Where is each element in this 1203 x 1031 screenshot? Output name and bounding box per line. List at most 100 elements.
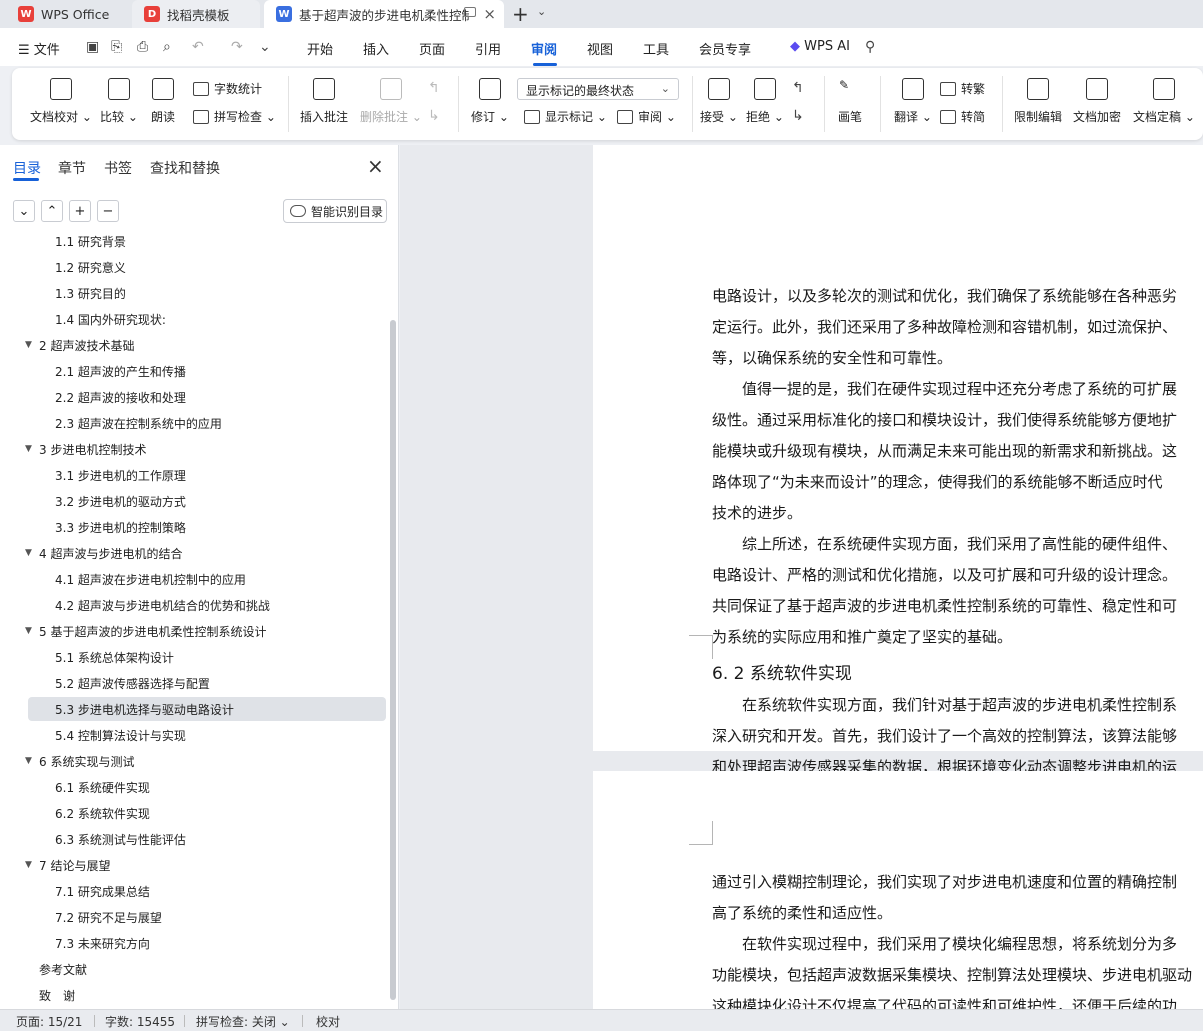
file-menu[interactable]: ☰ 文件 [18,39,60,58]
paragraph-line[interactable]: 共同保证了基于超声波的步进电机柔性控制系统的可靠性、稳定性和可 [712,595,1203,616]
compare-button[interactable]: 比较 ⌄ [100,78,138,125]
delete-comment-button[interactable]: 删除批注 ⌄ [360,78,422,125]
toc-scrollbar[interactable] [390,320,396,1000]
expand-arrow-icon[interactable]: ▼ [25,548,32,558]
document-canvas[interactable]: 电路设计，以及多轮次的测试和优化，我们确保了系统能够在各种恶劣 定运行。此外，我们… [400,145,1203,1009]
paragraph-line[interactable]: 定运行。此外，我们还采用了多种故障检测和容错机制，如过流保护、 [712,316,1203,337]
close-tab-icon[interactable]: × [483,5,496,23]
toc-item[interactable]: ▼ 6 系统实现与测试 [0,749,388,773]
insert-comment-button[interactable]: 插入批注 [300,78,348,125]
menu-view[interactable]: 视图 [587,39,613,58]
toc-item[interactable]: 1.3 研究目的 [0,281,388,305]
collapse-icon[interactable]: ⌄ [13,200,35,222]
paragraph-line[interactable]: 高了系统的柔性和适应性。 [712,902,1203,923]
paragraph-line[interactable]: 级性。通过采用标准化的接口和模块设计，我们使得系统能够方便地扩 [712,409,1203,430]
paragraph-line[interactable]: 通过引入模糊控制理论，我们实现了对步进电机速度和位置的精确控制 [712,871,1203,892]
tab-wps-office[interactable]: W WPS Office [6,0,124,28]
paragraph-line[interactable]: 综上所述，在系统硬件实现方面，我们采用了高性能的硬件组件、 [712,533,1203,554]
toc-item[interactable]: ▼ 3 步进电机控制技术 [0,437,388,461]
paragraph-line[interactable]: 电路设计、严格的测试和优化措施，以及可扩展和可升级的设计理念。 [712,564,1203,585]
menu-insert[interactable]: 插入 [363,39,389,58]
toc-item[interactable]: ▼ 2 超声波技术基础 [0,333,388,357]
menu-review[interactable]: 审阅 [531,39,557,58]
document-page[interactable]: 通过引入模糊控制理论，我们实现了对步进电机速度和位置的精确控制 高了系统的柔性和适… [593,771,1203,1009]
toc-item[interactable]: 2.3 超声波在控制系统中的应用 [0,411,388,435]
word-count-button[interactable]: 字数统计 [193,80,262,97]
translate-button[interactable]: 翻译 ⌄ [894,78,932,125]
save-icon[interactable]: ▣ [86,39,99,55]
smart-toc-button[interactable]: 智能识别目录 [283,199,387,223]
toc-item[interactable]: ▼ 4 超声波与步进电机的结合 [0,541,388,565]
paragraph-line[interactable]: 等，以确保系统的安全性和可靠性。 [712,347,1203,368]
toc-item[interactable]: 3.1 步进电机的工作原理 [0,463,388,487]
tab-chapters[interactable]: 章节 [58,158,86,178]
paragraph-line[interactable]: 技术的进步。 [712,502,1203,523]
toc-item[interactable]: 6.2 系统软件实现 [0,801,388,825]
paragraph-line[interactable]: 电路设计，以及多轮次的测试和优化，我们确保了系统能够在各种恶劣 [712,285,1203,306]
remove-heading-icon[interactable]: − [97,200,119,222]
paragraph-line[interactable]: 在软件实现过程中，我们采用了模块化编程思想，将系统划分为多 [712,933,1203,954]
paragraph-line[interactable]: 功能模块，包括超声波数据采集模块、控制算法处理模块、步进电机驱动 [712,964,1203,985]
toc-item[interactable]: 4.2 超声波与步进电机结合的优势和挑战 [0,593,388,617]
menu-tools[interactable]: 工具 [643,39,669,58]
menu-page[interactable]: 页面 [419,39,445,58]
toc-item[interactable]: 5.2 超声波传感器选择与配置 [0,671,388,695]
tab-bookmarks[interactable]: 书签 [104,158,132,178]
tab-templates[interactable]: D 找稻壳模板 [132,0,260,28]
next-change-icon[interactable]: ↳ [792,108,804,124]
expand-arrow-icon[interactable]: ▼ [25,860,32,870]
toc-item[interactable]: 1.2 研究意义 [0,255,388,279]
toc-item[interactable]: 5.3 步进电机选择与驱动电路设计 [28,697,386,721]
prev-comment-icon[interactable]: ↰ [428,80,440,96]
track-changes-button[interactable]: 修订 ⌄ [471,78,509,125]
toc-item[interactable]: 4.1 超声波在步进电机控制中的应用 [0,567,388,591]
monitor-icon[interactable] [464,7,476,17]
toc-item[interactable]: 参考文献 [0,957,388,981]
paragraph-line[interactable]: 深入研究和开发。首先，我们设计了一个高效的控制算法，该算法能够 [712,725,1203,746]
toc-item[interactable]: 7.3 未来研究方向 [0,931,388,955]
print-icon[interactable]: ⎙ [137,39,148,55]
toc-item[interactable]: 7.1 研究成果总结 [0,879,388,903]
encrypt-button[interactable]: 文档加密 [1073,78,1121,125]
proofread-button[interactable]: 文档校对 ⌄ [30,78,92,125]
toc-item[interactable]: 5.4 控制算法设计与实现 [0,723,388,747]
prev-change-icon[interactable]: ↰ [792,80,804,96]
chevron-down-icon[interactable]: ⌄ [537,5,546,18]
markup-mode-select[interactable]: 显示标记的最终状态 ⌄ [517,78,679,100]
toc-item[interactable]: 6.3 系统测试与性能评估 [0,827,388,851]
paragraph-line[interactable]: 能模块或升级现有模块，从而满足未来可能出现的新需求和新挑战。这 [712,440,1203,461]
expand-arrow-icon[interactable]: ▼ [25,340,32,350]
tab-find-replace[interactable]: 查找和替换 [150,158,220,178]
undo-icon[interactable]: ↶ [192,39,204,55]
next-comment-icon[interactable]: ↳ [428,108,440,124]
add-heading-icon[interactable]: + [69,200,91,222]
proof-status[interactable]: 校对 [316,1013,340,1030]
word-count-status[interactable]: 字数: 15455 [105,1013,175,1030]
paragraph-line[interactable]: 值得一提的是，我们在硬件实现过程中还充分考虑了系统的可扩展 [712,378,1203,399]
print-preview-icon[interactable]: ⌕ [163,39,171,55]
toc-item[interactable]: 2.2 超声波的接收和处理 [0,385,388,409]
toc-item[interactable]: 6.1 系统硬件实现 [0,775,388,799]
paragraph-line[interactable]: 路体现了“为未来而设计”的理念，使得我们的系统能够不断适应时代 [712,471,1203,492]
show-markup-button[interactable]: 显示标记 ⌄ [524,108,607,125]
pen-button[interactable]: ✎ 画笔 [838,78,862,125]
toc-item[interactable]: 7.2 研究不足与展望 [0,905,388,929]
toc-item[interactable]: 3.3 步进电机的控制策略 [0,515,388,539]
to-traditional-button[interactable]: 转繁 [940,80,985,97]
paragraph-line[interactable]: 这种模块化设计不仅提高了代码的可读性和可维护性，还便于后续的功 [712,995,1203,1009]
page-indicator[interactable]: 页面: 15/21 [16,1013,82,1030]
wps-ai-button[interactable]: ◆ WPS AI [790,39,850,54]
more-chevron-icon[interactable]: ⌄ [259,39,271,55]
spell-check-status[interactable]: 拼写检查: 关闭 ⌄ [196,1013,290,1030]
accept-button[interactable]: 接受 ⌄ [700,78,738,125]
toc-item[interactable]: ▼ 5 基于超声波的步进电机柔性控制系统设计 [0,619,388,643]
reject-button[interactable]: 拒绝 ⌄ [746,78,784,125]
new-tab-icon[interactable]: + [512,2,529,26]
section-heading[interactable]: 6. 2 系统软件实现 [712,659,852,684]
close-icon[interactable]: × [367,154,384,178]
finalize-button[interactable]: 文档定稿 ⌄ [1133,78,1195,125]
spell-check-button[interactable]: 拼写检查 ⌄ [193,108,276,125]
paragraph-line[interactable]: 为系统的实际应用和推广奠定了坚实的基础。 [712,626,1203,647]
export-icon[interactable]: ⎘ [111,39,122,55]
toc-item[interactable]: ▼ 7 结论与展望 [0,853,388,877]
